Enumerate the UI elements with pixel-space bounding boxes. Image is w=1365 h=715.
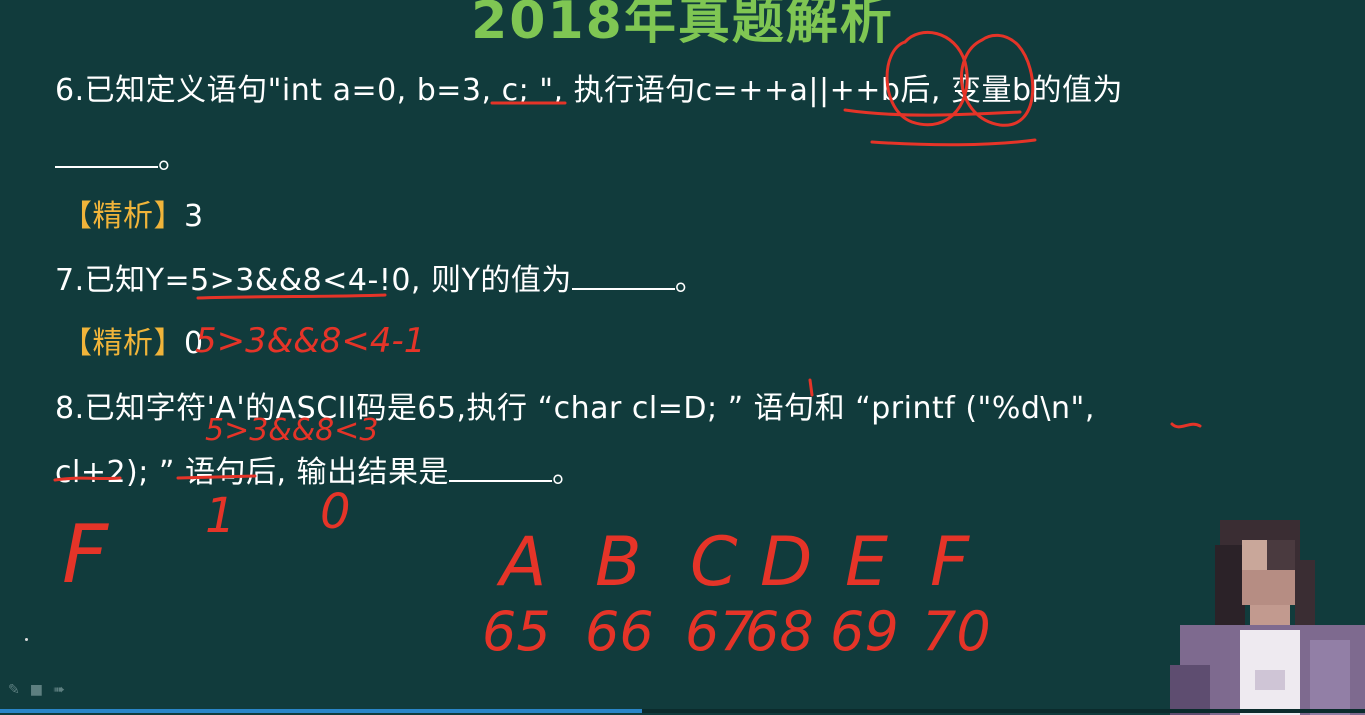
underline-q7-expression bbox=[196, 293, 387, 300]
ascii-code-66: 66 bbox=[585, 600, 654, 663]
underline-format-string bbox=[1170, 422, 1202, 429]
ascii-code-69: 69 bbox=[830, 600, 899, 663]
player-controls: ✎ ■ ➠ bbox=[8, 682, 65, 698]
presenter-video bbox=[1130, 520, 1365, 715]
underline-quote bbox=[176, 474, 257, 480]
q8-work-handwriting: 5>3&&8<3 bbox=[205, 413, 378, 448]
digit-one-handwriting: 1 bbox=[205, 488, 236, 544]
letter-f-handwriting: F bbox=[62, 508, 109, 601]
ascii-code-68: 68 bbox=[745, 600, 814, 663]
pen-icon[interactable]: ✎ bbox=[8, 682, 20, 698]
ascii-letter-b: B bbox=[595, 523, 642, 602]
ascii-letter-a: A bbox=[496, 523, 547, 602]
ascii-code-65: 65 bbox=[482, 600, 551, 663]
screen-icon[interactable]: ■ bbox=[30, 682, 43, 698]
ascii-letter-c: C bbox=[690, 523, 738, 602]
ascii-code-70: 70 bbox=[922, 600, 991, 663]
ascii-letters-row: ABCDEF bbox=[496, 523, 970, 602]
underline-expression-2 bbox=[870, 138, 1037, 147]
underline-cl-plus-2 bbox=[53, 476, 122, 482]
digit-zero-handwriting: 0 bbox=[320, 484, 351, 540]
ascii-letter-d: D bbox=[760, 523, 812, 602]
circle-plus-a bbox=[885, 30, 969, 127]
progress-bar[interactable] bbox=[0, 709, 642, 713]
ascii-letter-f: F bbox=[930, 523, 970, 602]
ascii-letter-e: E bbox=[845, 523, 888, 602]
ascii-codes-row: 65 66 6768 69 70 bbox=[482, 600, 991, 663]
cursor-dot bbox=[25, 638, 28, 641]
tick-mark bbox=[808, 378, 814, 397]
q7-work-handwriting: 5>3&&8<4-1 bbox=[195, 321, 425, 361]
ascii-code-67: 67 bbox=[685, 600, 754, 663]
underline-expression bbox=[843, 108, 1022, 117]
forward-icon[interactable]: ➠ bbox=[53, 682, 65, 698]
